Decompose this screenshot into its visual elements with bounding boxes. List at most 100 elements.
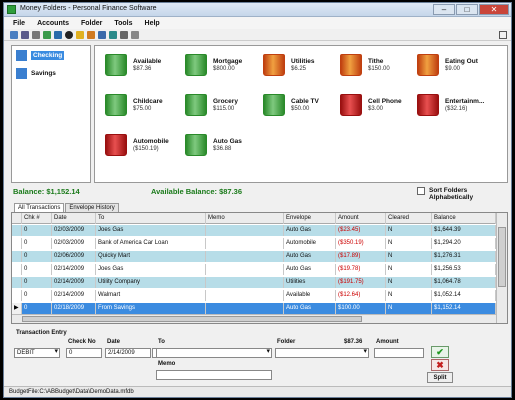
transaction-type-select[interactable]: DEBIT	[14, 348, 60, 358]
date-input[interactable]: 2/14/2009	[105, 348, 151, 358]
check-no-input[interactable]: 0	[66, 348, 102, 358]
folder-card[interactable]: Utilities $6.25	[263, 52, 343, 80]
menu-accounts[interactable]: Accounts	[37, 20, 69, 27]
row-selector[interactable]	[12, 264, 22, 275]
memo-input[interactable]	[156, 370, 272, 380]
envelope-jar-icon	[185, 54, 207, 76]
folder-card[interactable]: Automobile ($150.19)	[105, 132, 185, 160]
folder-card[interactable]: Mortgage $800.00	[185, 52, 265, 80]
cell-date: 02/18/2009	[52, 303, 96, 314]
cell-chk: 0	[22, 225, 52, 236]
column-header[interactable]	[12, 213, 22, 224]
save-transaction-button[interactable]: ✔	[431, 346, 449, 358]
row-selector[interactable]	[12, 225, 22, 236]
vertical-scrollbar[interactable]	[496, 213, 507, 323]
table-row[interactable]: 0 02/03/2009 Joes Gas Auto Gas ($23.45) N $1,6…	[12, 225, 496, 236]
column-header[interactable]: Balance	[432, 213, 496, 224]
table-row[interactable]: ▶ 0 02/18/2009 From Savings Auto Gas $100.00 N…	[12, 303, 496, 314]
account-icon	[16, 49, 27, 61]
row-selector[interactable]: ▶	[12, 303, 22, 314]
folder-amount: $87.36	[133, 66, 152, 72]
minimize-button[interactable]: –	[433, 4, 455, 15]
column-header[interactable]: Memo	[206, 213, 284, 224]
scroll-thumb[interactable]	[498, 227, 506, 287]
layout-icon[interactable]	[499, 31, 507, 39]
column-header[interactable]: Cleared	[386, 213, 432, 224]
split-button[interactable]: Split	[427, 372, 453, 383]
table-row[interactable]: 0 02/14/2009 Joes Gas Auto Gas ($19.78) N $1,2…	[12, 264, 496, 275]
cancel-transaction-button[interactable]: ✖	[431, 359, 449, 371]
close-button[interactable]: ✕	[479, 4, 509, 15]
refresh-icon[interactable]	[109, 30, 117, 39]
menu-help[interactable]: Help	[145, 20, 160, 27]
folder-card[interactable]: Tithe $150.00	[340, 52, 420, 80]
amount-input[interactable]	[374, 348, 424, 358]
envelope-jar-icon	[263, 94, 285, 116]
print-icon[interactable]	[32, 30, 40, 39]
main-window: Money Folders - Personal Finance Softwar…	[3, 2, 512, 398]
settings-icon[interactable]	[120, 30, 128, 39]
folder-amount: $50.00	[291, 106, 310, 112]
cell-envelope: Automobile	[284, 238, 336, 249]
folder-select[interactable]	[275, 348, 369, 358]
cell-cleared: N	[386, 225, 432, 236]
row-selector[interactable]	[12, 251, 22, 262]
cell-date: 02/03/2009	[52, 225, 96, 236]
new-icon[interactable]	[10, 30, 18, 39]
column-header[interactable]: Envelope	[284, 213, 336, 224]
column-header[interactable]: Chk #	[22, 213, 52, 224]
folder-name: Tithe	[368, 58, 384, 65]
car-icon[interactable]	[98, 30, 106, 39]
row-selector[interactable]	[12, 290, 22, 301]
export-icon[interactable]	[54, 30, 62, 39]
column-header[interactable]: Date	[52, 213, 96, 224]
table-row[interactable]: 0 02/03/2009 Bank of America Car Loan Autom…	[12, 238, 496, 249]
menu-tools[interactable]: Tools	[114, 20, 132, 27]
add-folder-icon[interactable]	[87, 30, 95, 39]
envelope-jar-icon	[417, 94, 439, 116]
cell-to: Joes Gas	[96, 264, 206, 275]
cell-envelope: Available	[284, 290, 336, 301]
table-row[interactable]: 0 02/14/2009 Walmart Available ($12.64) N $1,0…	[12, 290, 496, 301]
folder-card[interactable]: Available $87.36	[105, 52, 185, 80]
table-row[interactable]: 0 02/06/2009 Quicky Mart Auto Gas ($17.89) N $…	[12, 251, 496, 262]
row-selector[interactable]	[12, 277, 22, 288]
cell-amount: ($12.64)	[336, 290, 386, 301]
sidebar-item-label: Checking	[31, 50, 65, 60]
row-selector[interactable]	[12, 238, 22, 249]
horizontal-scrollbar[interactable]	[12, 314, 496, 323]
table-row[interactable]: 0 02/14/2009 Utility Company Utilities ($191…	[12, 277, 496, 288]
to-select[interactable]	[156, 348, 272, 358]
maximize-button[interactable]: □	[456, 4, 478, 15]
date-label: Date	[107, 339, 121, 345]
folder-card[interactable]: Cell Phone $3.00	[340, 92, 420, 120]
tab-all-transactions[interactable]: All Transactions	[14, 203, 65, 212]
tab-envelope-history[interactable]: Envelope History	[65, 203, 119, 212]
sidebar-item-checking[interactable]: Checking	[12, 46, 90, 64]
folder-name: Childcare	[133, 98, 163, 105]
star-icon[interactable]	[76, 30, 84, 39]
folder-card[interactable]: Cable TV $50.00	[263, 92, 343, 120]
menu-folder[interactable]: Folder	[81, 20, 102, 27]
sidebar-item-savings[interactable]: Savings	[12, 64, 90, 82]
sort-alphabetically-checkbox[interactable]	[417, 187, 425, 195]
folder-card[interactable]: Eating Out $9.00	[417, 52, 497, 80]
cell-memo	[206, 290, 284, 301]
memo-label: Memo	[158, 361, 176, 367]
cell-memo	[206, 264, 284, 275]
toolbar	[4, 29, 511, 41]
calculator-icon[interactable]	[131, 30, 139, 39]
help-icon[interactable]	[65, 30, 73, 39]
folder-card[interactable]: Grocery $115.00	[185, 92, 265, 120]
column-header[interactable]: Amount	[336, 213, 386, 224]
title-bar[interactable]: Money Folders - Personal Finance Softwar…	[4, 3, 511, 17]
folder-card[interactable]: Auto Gas $36.88	[185, 132, 265, 160]
column-header[interactable]: To	[96, 213, 206, 224]
folder-card[interactable]: Entertainm... ($32.16)	[417, 92, 497, 120]
folder-card[interactable]: Childcare $75.00	[105, 92, 185, 120]
save-icon[interactable]	[21, 30, 29, 39]
import-icon[interactable]	[43, 30, 51, 39]
folder-amount: $115.00	[213, 106, 235, 112]
scroll-thumb[interactable]	[22, 316, 362, 322]
menu-file[interactable]: File	[13, 20, 25, 27]
